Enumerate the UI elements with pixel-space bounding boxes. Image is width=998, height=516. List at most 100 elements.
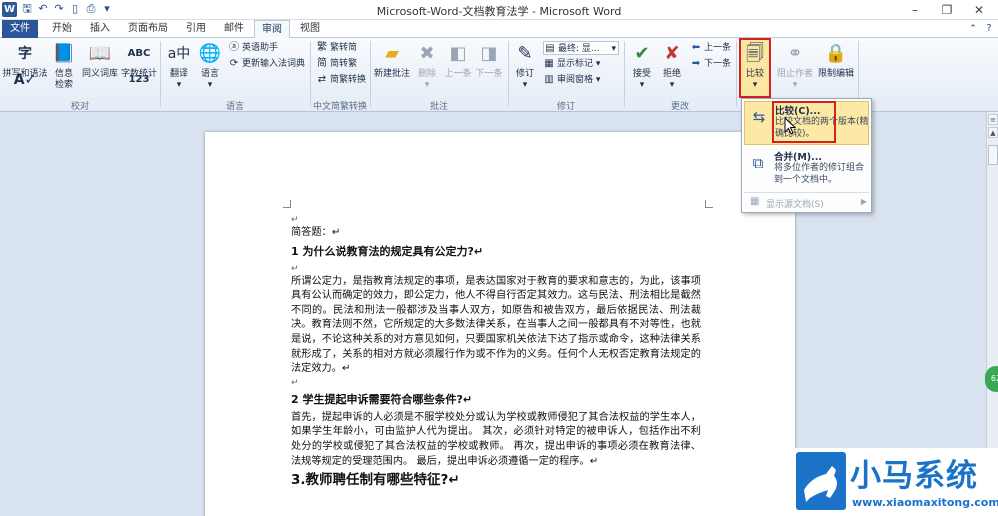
new-doc-icon[interactable]: ▯ bbox=[68, 2, 82, 16]
next-comment-icon: ◨ bbox=[480, 43, 498, 64]
paragraph-mark: ↵ bbox=[291, 215, 299, 225]
reject-change-icon: ✘ bbox=[664, 43, 680, 64]
compare-item-highlight-box bbox=[772, 101, 836, 143]
site-watermark: 小马系统 www.xiaomaxitong.com bbox=[792, 448, 998, 516]
document-content[interactable]: ↵ 简答题：↵ 1 为什么说教育法的规定具有公定力?↵ ↵ 所谓公定力，是指教育… bbox=[291, 214, 701, 491]
title-bar: W 🖫 ↶ ↷ ▯ ⎙ ▾ Microsoft-Word-文档教育法学 - Mi… bbox=[0, 0, 998, 20]
group-label-changes: 更改 bbox=[670, 102, 689, 112]
restrict-editing-button[interactable]: 🔒 限制编辑 bbox=[816, 40, 856, 96]
paragraph-mark: ↵ bbox=[291, 263, 299, 274]
previous-change-button[interactable]: ⬅ 上一条 bbox=[690, 41, 731, 55]
tab-page-layout[interactable]: 页面布局 bbox=[120, 20, 176, 38]
thesaurus-button[interactable]: 📖 同义词库 bbox=[80, 40, 120, 96]
language-button[interactable]: 🌐 语言 ▾ bbox=[196, 40, 224, 96]
spelling-grammar-button[interactable]: 字A✓ 拼写和语法 bbox=[2, 40, 48, 96]
restore-button[interactable]: ❐ bbox=[932, 0, 962, 20]
crop-mark bbox=[283, 200, 291, 208]
restrict-editing-lock-icon: 🔒 bbox=[824, 43, 848, 64]
menu-item-show-source[interactable]: ▦ 显示源文档(S) ▶ bbox=[744, 195, 869, 210]
ruler-toggle-icon[interactable]: ≡ bbox=[988, 114, 998, 125]
next-change-button[interactable]: ➡ 下一条 bbox=[690, 57, 731, 71]
new-comment-button[interactable]: ▰ 新建批注 bbox=[373, 40, 411, 96]
group-separator bbox=[508, 41, 509, 107]
tab-insert[interactable]: 插入 bbox=[82, 20, 118, 38]
close-button[interactable]: ✕ bbox=[964, 0, 994, 20]
reject-button[interactable]: ✘ 拒绝 ▾ bbox=[658, 40, 686, 96]
submenu-arrow-icon: ▶ bbox=[860, 197, 867, 206]
show-markup-icon: ▦ bbox=[544, 58, 554, 69]
block-authors-dropdown-icon: ▾ bbox=[792, 80, 798, 90]
delete-dropdown-icon: ▾ bbox=[424, 80, 430, 90]
block-authors-button[interactable]: ⚭ 阻止作者 ▾ bbox=[776, 40, 814, 96]
language-dropdown-icon: ▾ bbox=[207, 80, 213, 90]
track-changes-button[interactable]: ✎ 修订 ▾ bbox=[511, 40, 539, 96]
horse-logo-icon bbox=[796, 452, 846, 510]
reviewing-pane-button[interactable]: ▥ 审阅窗格 ▾ bbox=[543, 73, 600, 87]
customize-quick-access-icon[interactable]: ▾ bbox=[100, 2, 114, 16]
track-changes-dropdown-icon: ▾ bbox=[522, 80, 528, 90]
tab-file[interactable]: 文件 bbox=[2, 20, 38, 38]
tab-mailings[interactable]: 邮件 bbox=[216, 20, 252, 38]
word-count-button[interactable]: ABC 123 字数统计 bbox=[120, 40, 158, 96]
redo-icon[interactable]: ↷ bbox=[52, 2, 66, 16]
group-separator bbox=[310, 41, 311, 107]
floating-assistant-icon[interactable]: 62 bbox=[985, 366, 998, 392]
delete-comment-button[interactable]: ✖ 删除 ▾ bbox=[413, 40, 441, 96]
conversion-button[interactable]: ⇄ 简繁转换 bbox=[316, 73, 366, 87]
scrollbar-thumb[interactable] bbox=[988, 145, 998, 165]
save-icon[interactable]: 🖫 bbox=[20, 2, 34, 16]
tab-review[interactable]: 审阅 bbox=[254, 20, 290, 39]
spelling-check-icon: 字A✓ bbox=[13, 46, 37, 88]
english-assistant-button[interactable]: ⓐ 英语助手 bbox=[228, 41, 278, 55]
menu-separator bbox=[744, 192, 869, 193]
next-comment-button[interactable]: ◨ 下一条 bbox=[474, 40, 504, 96]
compare-highlight-box bbox=[739, 38, 771, 98]
accept-change-icon: ✔ bbox=[634, 43, 650, 64]
print-preview-icon[interactable]: ⎙ bbox=[84, 2, 98, 16]
scroll-up-icon[interactable]: ▲ bbox=[988, 127, 998, 138]
track-changes-icon: ✎ bbox=[517, 43, 533, 64]
help-icon[interactable]: ? bbox=[982, 20, 996, 38]
watermark-brand-name: 小马系统 bbox=[850, 458, 978, 494]
update-ime-button[interactable]: ⟳ 更新输入法词典 bbox=[228, 57, 305, 71]
display-for-review-select[interactable]: ▤ 最终: 显... ▾ bbox=[543, 41, 619, 55]
accept-dropdown-icon: ▾ bbox=[639, 80, 645, 90]
display-mode-icon: ▤ bbox=[545, 43, 555, 54]
mouse-cursor-icon bbox=[784, 117, 796, 135]
menu-item-combine[interactable]: ⧉ 合并(M)... 将多位作者的修订组合到一个文档中。 bbox=[744, 148, 869, 190]
to-simplified-button[interactable]: 繁繁转简 bbox=[316, 41, 357, 55]
previous-comment-icon: ◧ bbox=[449, 43, 467, 64]
window-title: Microsoft-Word-文档教育法学 - Microsoft Word bbox=[376, 5, 622, 18]
update-ime-icon: ⟳ bbox=[229, 58, 239, 69]
group-separator bbox=[624, 41, 625, 107]
minimize-button[interactable]: – bbox=[900, 0, 930, 20]
chevron-down-icon: ▾ bbox=[611, 44, 616, 54]
research-button[interactable]: 📘 信息检索 bbox=[50, 40, 78, 96]
new-comment-icon: ▰ bbox=[385, 43, 399, 64]
undo-icon[interactable]: ↶ bbox=[36, 2, 50, 16]
research-book-icon: 📘 bbox=[52, 43, 76, 64]
watermark-url: www.xiaomaxitong.com bbox=[852, 496, 998, 509]
reject-dropdown-icon: ▾ bbox=[669, 80, 675, 90]
to-traditional-button[interactable]: 简简转繁 bbox=[316, 57, 357, 71]
tab-references[interactable]: 引用 bbox=[178, 20, 214, 38]
tab-view[interactable]: 视图 bbox=[292, 20, 328, 38]
document-page[interactable]: ↵ 简答题：↵ 1 为什么说教育法的规定具有公定力?↵ ↵ 所谓公定力，是指教育… bbox=[205, 132, 795, 516]
group-separator bbox=[370, 41, 371, 107]
question-heading-3: 3.教师聘任制有哪些特征?↵ bbox=[291, 472, 460, 489]
show-markup-button[interactable]: ▦ 显示标记 ▾ bbox=[543, 57, 600, 71]
translate-button[interactable]: a中 翻译 ▾ bbox=[164, 40, 194, 96]
word-logo-icon[interactable]: W bbox=[2, 2, 17, 17]
crop-mark bbox=[705, 200, 713, 208]
group-label-chinese-conversion: 中文简繁转换 bbox=[312, 102, 367, 112]
block-authors-icon: ⚭ bbox=[787, 43, 803, 64]
accept-button[interactable]: ✔ 接受 ▾ bbox=[628, 40, 656, 96]
collapse-ribbon-icon[interactable]: ⌃ bbox=[966, 20, 980, 38]
conversion-icon: ⇄ bbox=[317, 74, 327, 85]
word-count-icon: ABC 123 bbox=[127, 48, 151, 85]
show-source-icon: ▦ bbox=[750, 196, 760, 207]
tab-home[interactable]: 开始 bbox=[44, 20, 80, 38]
answer-paragraph-1: 所谓公定力，是指教育法规定的事项，是表达国家对于教育的要求和意志的，为此，该事项… bbox=[291, 275, 701, 375]
group-label-comments: 批注 bbox=[429, 102, 448, 112]
previous-comment-button[interactable]: ◧ 上一条 bbox=[443, 40, 473, 96]
